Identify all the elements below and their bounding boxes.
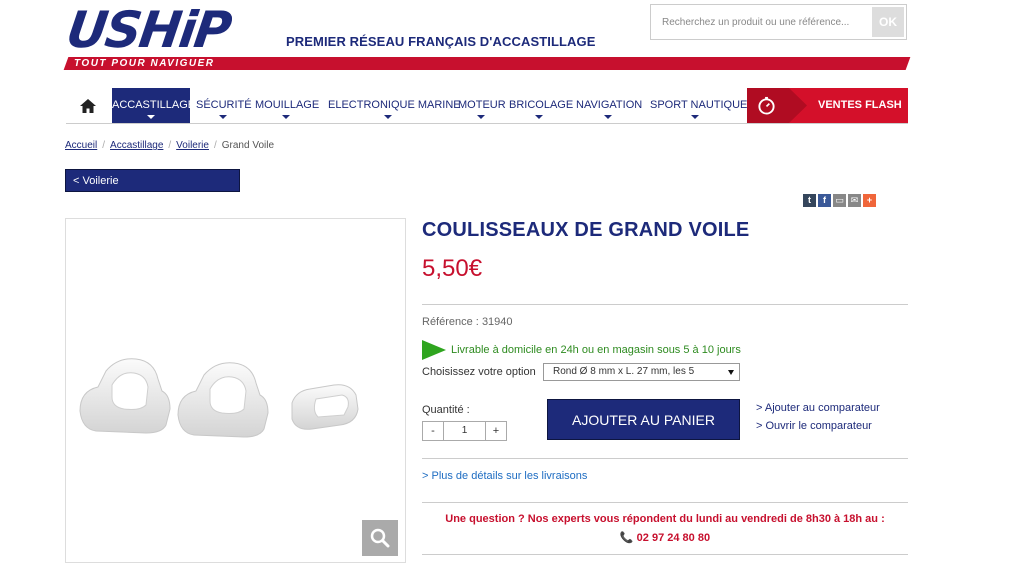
chevron-down-icon xyxy=(604,115,612,119)
add-to-comparator-link[interactable]: > Ajouter au comparateur xyxy=(756,402,880,414)
reference-label: Référence : xyxy=(422,316,479,328)
nav-label: NAVIGATION xyxy=(576,99,643,111)
nav-item-sport-nautique[interactable]: SPORT NAUTIQUE xyxy=(650,88,747,123)
nav-label: MOUILLAGE xyxy=(255,99,320,111)
delivery-details-link[interactable]: > Plus de détails sur les livraisons xyxy=(422,470,587,482)
nav-label: SPORT NAUTIQUE xyxy=(650,99,748,111)
phone-icon: 📞 xyxy=(619,532,634,544)
phone-number: 02 97 24 80 80 xyxy=(636,532,711,544)
product-reference: Référence : 31940 xyxy=(422,316,513,328)
nav-item-moteur[interactable]: MOTEUR xyxy=(458,88,506,123)
breadcrumb-link-accastillage[interactable]: Accastillage xyxy=(110,140,163,151)
main-nav: ACCASTILLAGE SÉCURITÉ MOUILLAGE ELECTRON… xyxy=(66,88,908,124)
print-icon[interactable]: ▭ xyxy=(833,194,846,207)
chevron-down-icon xyxy=(477,115,485,119)
add-to-cart-button[interactable]: AJOUTER AU PANIER xyxy=(547,399,740,440)
option-label: Choisissez votre option xyxy=(422,366,536,378)
slogan-text: TOUT POUR NAVIGUER xyxy=(74,58,215,69)
chevron-down-icon xyxy=(147,115,155,119)
quantity-plus-button[interactable]: + xyxy=(485,421,507,441)
divider xyxy=(422,554,908,555)
nav-item-navigation[interactable]: NAVIGATION xyxy=(576,88,643,123)
tumblr-icon[interactable]: t xyxy=(803,194,816,207)
logo-text: USHiP xyxy=(62,1,234,59)
nav-item-electronique[interactable]: ELECTRONIQUE MARINE xyxy=(328,88,461,123)
green-arrow-icon xyxy=(422,340,446,360)
quantity-minus-button[interactable]: - xyxy=(422,421,444,441)
search-button[interactable]: OK xyxy=(872,7,904,37)
zoom-button[interactable] xyxy=(362,520,398,556)
quantity-stepper: - 1 + xyxy=(422,421,508,441)
chevron-down-icon xyxy=(384,115,392,119)
delivery-info: Livrable à domicile en 24h ou en magasin… xyxy=(422,340,741,360)
nav-label: ACCASTILLAGE xyxy=(112,99,196,111)
nav-label: MOTEUR xyxy=(458,99,506,111)
nav-label: ELECTRONIQUE MARINE xyxy=(328,99,461,111)
product-photo xyxy=(79,358,359,438)
quantity-label: Quantité : xyxy=(422,404,470,416)
plus-icon[interactable]: + xyxy=(863,194,876,207)
back-to-voilerie-button[interactable]: < Voilerie xyxy=(65,169,240,192)
divider xyxy=(422,304,908,305)
magnifier-icon xyxy=(370,528,390,548)
ventes-flash-label: VENTES FLASH xyxy=(818,99,902,111)
tagline: PREMIER RÉSEAU FRANÇAIS D'ACCASTILLAGE xyxy=(286,34,596,49)
nav-label: SÉCURITÉ xyxy=(196,99,252,111)
nav-item-securite[interactable]: SÉCURITÉ xyxy=(196,88,252,123)
option-select[interactable]: Rond Ø 8 mm x L. 27 mm, les 5 xyxy=(543,363,740,381)
flash-arrow-shape xyxy=(747,88,807,123)
nav-item-accastillage[interactable]: ACCASTILLAGE xyxy=(112,88,195,123)
quantity-input[interactable]: 1 xyxy=(444,421,485,441)
share-bar: t f ▭ ✉ + xyxy=(803,190,878,207)
stopwatch-icon xyxy=(758,96,775,115)
breadcrumb-link-accueil[interactable]: Accueil xyxy=(65,140,97,151)
search-input[interactable] xyxy=(651,5,871,39)
breadcrumb-separator: / xyxy=(102,140,106,151)
phone-line[interactable]: 📞 02 97 24 80 80 xyxy=(422,531,908,544)
option-selected-value: Rond Ø 8 mm x L. 27 mm, les 5 xyxy=(553,366,695,377)
divider xyxy=(422,458,908,459)
nav-label: BRICOLAGE xyxy=(509,99,574,111)
reference-value: 31940 xyxy=(481,316,513,328)
divider xyxy=(422,502,908,503)
breadcrumb: Accueil / Accastillage / Voilerie / Grand Voil… xyxy=(65,140,274,151)
breadcrumb-current: Grand Voile xyxy=(221,140,275,151)
ventes-flash-button[interactable]: VENTES FLASH xyxy=(747,88,908,123)
product-title: COULISSEAUX DE GRAND VOILE xyxy=(422,219,750,241)
facebook-icon[interactable]: f xyxy=(818,194,831,207)
delivery-text: Livrable à domicile en 24h ou en magasin… xyxy=(451,343,741,356)
product-price: 5,50€ xyxy=(422,255,483,282)
product-image[interactable] xyxy=(65,218,406,563)
home-icon[interactable] xyxy=(78,96,98,116)
logo[interactable]: USHiP xyxy=(63,1,283,59)
email-icon[interactable]: ✉ xyxy=(848,194,861,207)
open-comparator-link[interactable]: > Ouvrir le comparateur xyxy=(756,420,872,432)
question-text: Une question ? Nos experts vous réponden… xyxy=(445,513,885,525)
chevron-down-icon xyxy=(219,115,227,119)
chevron-down-icon xyxy=(691,115,699,119)
search-box: OK xyxy=(650,4,907,40)
breadcrumb-separator: / xyxy=(168,140,172,151)
nav-item-bricolage[interactable]: BRICOLAGE xyxy=(509,88,573,123)
chevron-down-icon xyxy=(535,115,543,119)
chevron-down-icon xyxy=(728,370,734,375)
breadcrumb-separator: / xyxy=(213,140,217,151)
breadcrumb-link-voilerie[interactable]: Voilerie xyxy=(176,140,209,151)
chevron-down-icon xyxy=(282,115,290,119)
nav-item-mouillage[interactable]: MOUILLAGE xyxy=(255,88,320,123)
